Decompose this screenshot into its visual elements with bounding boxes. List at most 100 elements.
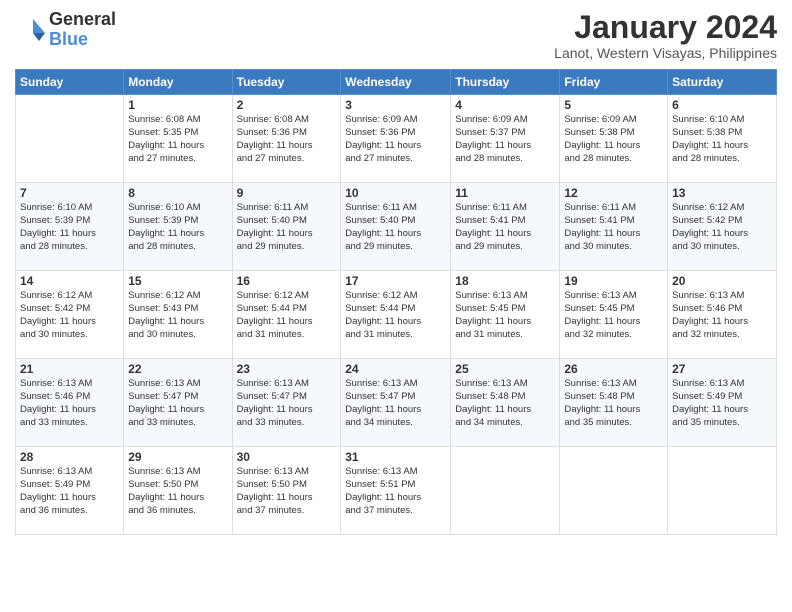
day-info: Sunrise: 6:13 AM Sunset: 5:50 PM Dayligh… [128, 466, 227, 517]
calendar-cell: 25 Sunrise: 6:13 AM Sunset: 5:48 PM Dayli… [451, 359, 560, 447]
calendar-cell: 12Sunrise: 6:11 AM Sunset: 5:41 PM Dayli… [560, 183, 668, 271]
calendar-cell: 14Sunrise: 6:12 AM Sunset: 5:42 PM Dayli… [16, 271, 124, 359]
calendar-header-saturday: Saturday [668, 70, 777, 95]
calendar-header-friday: Friday [560, 70, 668, 95]
day-number: 21 [20, 362, 119, 376]
calendar-cell: 13Sunrise: 6:12 AM Sunset: 5:42 PM Dayli… [668, 183, 777, 271]
day-info: Sunrise: 6:13 AM Sunset: 5:50 PM Dayligh… [237, 466, 337, 517]
day-number: 30 [237, 450, 337, 464]
day-number: 18 [455, 274, 555, 288]
logo-text: General Blue [49, 10, 116, 50]
calendar-header-sunday: Sunday [16, 70, 124, 95]
day-info: Sunrise: 6:10 AM Sunset: 5:39 PM Dayligh… [20, 202, 119, 253]
day-number: 24 [345, 362, 446, 376]
day-number: 23 [237, 362, 337, 376]
day-number: 12 [564, 186, 663, 200]
day-number: 25 [455, 362, 555, 376]
day-number: 28 [20, 450, 119, 464]
day-info: Sunrise: 6:13 AM Sunset: 5:51 PM Dayligh… [345, 466, 446, 517]
day-info: Sunrise: 6:12 AM Sunset: 5:42 PM Dayligh… [20, 290, 119, 341]
day-info: Sunrise: 6:13 AM Sunset: 5:46 PM Dayligh… [672, 290, 772, 341]
page: General Blue January 2024 Lanot, Western… [0, 0, 792, 612]
day-number: 22 [128, 362, 227, 376]
calendar-cell: 9 Sunrise: 6:11 AM Sunset: 5:40 PM Daylig… [232, 183, 341, 271]
day-number: 5 [564, 98, 663, 112]
calendar-cell: 11 Sunrise: 6:11 AM Sunset: 5:41 PM Dayli… [451, 183, 560, 271]
day-info: Sunrise: 6:10 AM Sunset: 5:38 PM Dayligh… [672, 114, 772, 165]
day-number: 11 [455, 186, 555, 200]
calendar-cell: 27 Sunrise: 6:13 AM Sunset: 5:49 PM Dayli… [668, 359, 777, 447]
day-number: 29 [128, 450, 227, 464]
calendar-header-row: SundayMondayTuesdayWednesdayThursdayFrid… [16, 70, 777, 95]
calendar-cell: 2 Sunrise: 6:08 AM Sunset: 5:36 PM Daylig… [232, 95, 341, 183]
day-info: Sunrise: 6:13 AM Sunset: 5:47 PM Dayligh… [237, 378, 337, 429]
calendar-cell: 7Sunrise: 6:10 AM Sunset: 5:39 PM Daylig… [16, 183, 124, 271]
day-number: 13 [672, 186, 772, 200]
calendar-week-5: 28Sunrise: 6:13 AM Sunset: 5:49 PM Dayli… [16, 447, 777, 535]
calendar-cell: 1 Sunrise: 6:08 AM Sunset: 5:35 PM Daylig… [124, 95, 232, 183]
header: General Blue January 2024 Lanot, Western… [15, 10, 777, 61]
day-number: 10 [345, 186, 446, 200]
day-number: 27 [672, 362, 772, 376]
calendar-cell: 10 Sunrise: 6:11 AM Sunset: 5:40 PM Dayli… [341, 183, 451, 271]
calendar-cell [668, 447, 777, 535]
title-section: January 2024 Lanot, Western Visayas, Phi… [554, 10, 777, 61]
calendar-cell: 30 Sunrise: 6:13 AM Sunset: 5:50 PM Dayli… [232, 447, 341, 535]
calendar-week-1: 1 Sunrise: 6:08 AM Sunset: 5:35 PM Daylig… [16, 95, 777, 183]
day-info: Sunrise: 6:13 AM Sunset: 5:49 PM Dayligh… [672, 378, 772, 429]
calendar-cell: 21 Sunrise: 6:13 AM Sunset: 5:46 PM Dayli… [16, 359, 124, 447]
calendar-cell: 3 Sunrise: 6:09 AM Sunset: 5:36 PM Daylig… [341, 95, 451, 183]
day-info: Sunrise: 6:13 AM Sunset: 5:46 PM Dayligh… [20, 378, 119, 429]
day-number: 8 [128, 186, 227, 200]
day-info: Sunrise: 6:12 AM Sunset: 5:43 PM Dayligh… [128, 290, 227, 341]
day-info: Sunrise: 6:09 AM Sunset: 5:36 PM Dayligh… [345, 114, 446, 165]
logo: General Blue [15, 10, 116, 50]
calendar-cell: 28Sunrise: 6:13 AM Sunset: 5:49 PM Dayli… [16, 447, 124, 535]
day-number: 26 [564, 362, 663, 376]
day-number: 15 [128, 274, 227, 288]
day-number: 2 [237, 98, 337, 112]
calendar-cell: 4Sunrise: 6:09 AM Sunset: 5:37 PM Daylig… [451, 95, 560, 183]
day-number: 6 [672, 98, 772, 112]
calendar-header-monday: Monday [124, 70, 232, 95]
day-info: Sunrise: 6:12 AM Sunset: 5:44 PM Dayligh… [345, 290, 446, 341]
calendar-cell: 18 Sunrise: 6:13 AM Sunset: 5:45 PM Dayli… [451, 271, 560, 359]
logo-general: General [49, 10, 116, 30]
day-info: Sunrise: 6:10 AM Sunset: 5:39 PM Dayligh… [128, 202, 227, 253]
day-number: 20 [672, 274, 772, 288]
day-number: 3 [345, 98, 446, 112]
day-info: Sunrise: 6:09 AM Sunset: 5:38 PM Dayligh… [564, 114, 663, 165]
calendar-cell: 29 Sunrise: 6:13 AM Sunset: 5:50 PM Dayli… [124, 447, 232, 535]
calendar-cell: 26Sunrise: 6:13 AM Sunset: 5:48 PM Dayli… [560, 359, 668, 447]
day-number: 19 [564, 274, 663, 288]
day-info: Sunrise: 6:11 AM Sunset: 5:40 PM Dayligh… [237, 202, 337, 253]
calendar-cell: 15 Sunrise: 6:12 AM Sunset: 5:43 PM Dayli… [124, 271, 232, 359]
calendar-cell: 5 Sunrise: 6:09 AM Sunset: 5:38 PM Daylig… [560, 95, 668, 183]
day-info: Sunrise: 6:13 AM Sunset: 5:45 PM Dayligh… [564, 290, 663, 341]
calendar-header-tuesday: Tuesday [232, 70, 341, 95]
day-info: Sunrise: 6:11 AM Sunset: 5:41 PM Dayligh… [455, 202, 555, 253]
calendar: SundayMondayTuesdayWednesdayThursdayFrid… [15, 69, 777, 535]
calendar-cell: 31 Sunrise: 6:13 AM Sunset: 5:51 PM Dayli… [341, 447, 451, 535]
calendar-cell: 17Sunrise: 6:12 AM Sunset: 5:44 PM Dayli… [341, 271, 451, 359]
day-info: Sunrise: 6:13 AM Sunset: 5:47 PM Dayligh… [128, 378, 227, 429]
calendar-cell: 6 Sunrise: 6:10 AM Sunset: 5:38 PM Daylig… [668, 95, 777, 183]
calendar-header-thursday: Thursday [451, 70, 560, 95]
day-info: Sunrise: 6:11 AM Sunset: 5:40 PM Dayligh… [345, 202, 446, 253]
day-info: Sunrise: 6:13 AM Sunset: 5:47 PM Dayligh… [345, 378, 446, 429]
day-number: 16 [237, 274, 337, 288]
day-number: 9 [237, 186, 337, 200]
day-info: Sunrise: 6:08 AM Sunset: 5:36 PM Dayligh… [237, 114, 337, 165]
calendar-week-4: 21 Sunrise: 6:13 AM Sunset: 5:46 PM Dayli… [16, 359, 777, 447]
calendar-cell: 20 Sunrise: 6:13 AM Sunset: 5:46 PM Dayli… [668, 271, 777, 359]
day-info: Sunrise: 6:08 AM Sunset: 5:35 PM Dayligh… [128, 114, 227, 165]
calendar-cell: 8 Sunrise: 6:10 AM Sunset: 5:39 PM Daylig… [124, 183, 232, 271]
day-number: 1 [128, 98, 227, 112]
day-info: Sunrise: 6:13 AM Sunset: 5:48 PM Dayligh… [455, 378, 555, 429]
day-info: Sunrise: 6:12 AM Sunset: 5:44 PM Dayligh… [237, 290, 337, 341]
calendar-week-3: 14Sunrise: 6:12 AM Sunset: 5:42 PM Dayli… [16, 271, 777, 359]
day-number: 31 [345, 450, 446, 464]
day-info: Sunrise: 6:13 AM Sunset: 5:45 PM Dayligh… [455, 290, 555, 341]
calendar-cell: 16 Sunrise: 6:12 AM Sunset: 5:44 PM Dayli… [232, 271, 341, 359]
logo-blue: Blue [49, 30, 116, 50]
